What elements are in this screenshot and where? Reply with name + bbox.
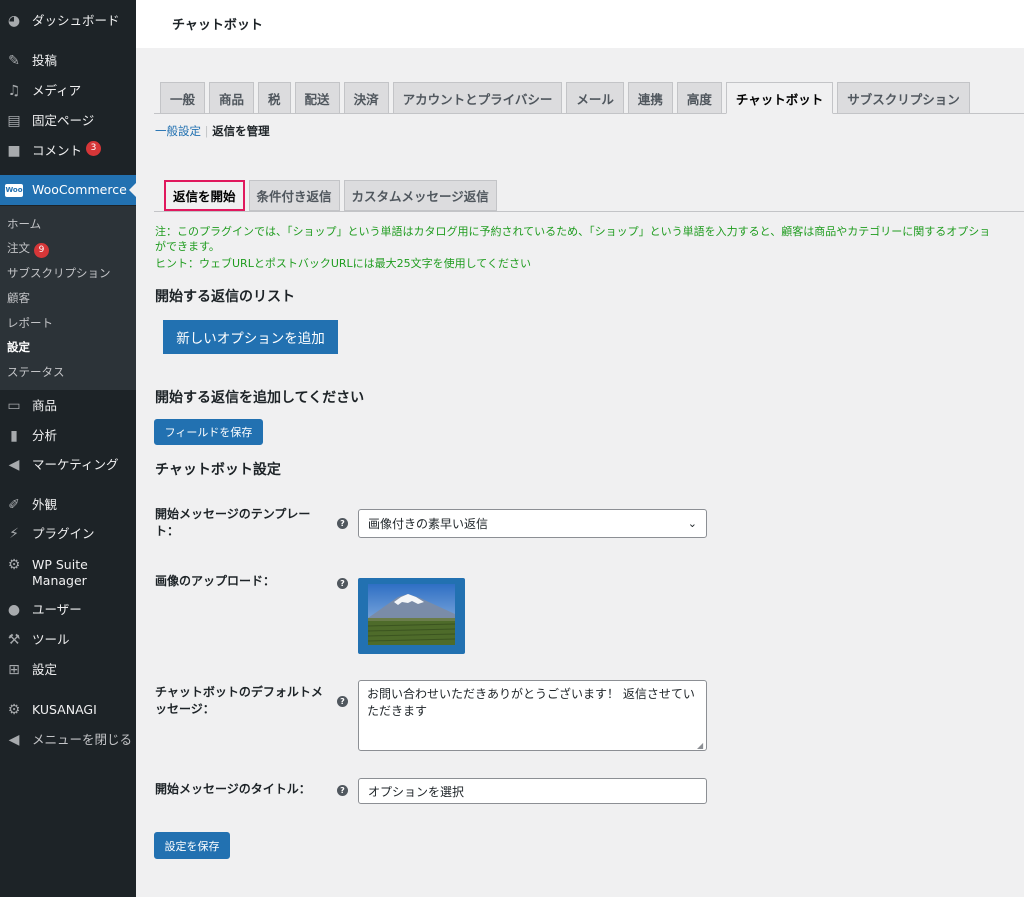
tab-shipping[interactable]: 配送 <box>294 82 340 114</box>
collapse-icon: ◀ <box>8 732 20 748</box>
save-fields-button[interactable]: フィールドを保存 <box>154 419 263 445</box>
breadcrumb-general-link[interactable]: 一般設定 <box>155 124 201 138</box>
tab-conditional-reply[interactable]: 条件付き返信 <box>248 180 340 211</box>
pin-icon: ✎ <box>8 53 20 69</box>
start-replies-list-heading: 開始する返信のリスト <box>155 289 295 305</box>
uploaded-image-mount-fuji <box>368 584 455 645</box>
archive-icon: ▭ <box>7 398 21 414</box>
comment-count-badge: 3 <box>86 141 102 156</box>
notice-line-2: ができます。 <box>155 240 220 253</box>
resize-handle-icon[interactable]: ◢ <box>697 741 703 750</box>
template-label-line-1: 開始メッセージのテンプレー <box>155 507 311 521</box>
settings-icon: ⊞ <box>8 662 20 678</box>
tab-start-reply[interactable]: 返信を開始 <box>164 180 245 211</box>
default-message-label-line-1: チャットボットのデフォルトメ <box>155 685 323 699</box>
gear-icon: ⚙ <box>7 557 21 573</box>
tab-custom-message-reply[interactable]: カスタムメッセージ返信 <box>343 180 497 211</box>
tab-general[interactable]: 一般 <box>160 82 206 114</box>
reply-type-tabs: 返信を開始 条件付き返信 カスタムメッセージ返信 <box>164 180 501 211</box>
template-select-value: 画像付きの素早い返信 <box>368 517 489 531</box>
tab-subscriptions[interactable]: サブスクリプション <box>837 82 970 114</box>
sidebar-item-wp-suite-manager[interactable]: ⚙ WP Suite Manager <box>0 555 136 589</box>
default-message-textarea[interactable]: お問い合わせいただきありがとうございます！ 返信させていただきます <box>358 680 707 751</box>
brush-icon: ✐ <box>8 497 20 513</box>
inner-tabs-divider <box>154 211 1024 212</box>
page-title: チャットボット <box>172 18 263 33</box>
tab-products[interactable]: 商品 <box>209 82 255 114</box>
default-message-help-icon[interactable]: ? <box>337 696 348 707</box>
add-start-reply-heading: 開始する返信を追加してください <box>155 390 365 406</box>
sidebar-item-appearance[interactable]: ✐ 外観 <box>0 495 136 515</box>
wrench-icon: ⚒ <box>7 632 21 648</box>
submenu-item-label: 注文 <box>7 241 30 255</box>
submenu-item-settings[interactable]: 設定 <box>7 339 30 355</box>
submenu-item-status[interactable]: ステータス <box>7 364 65 380</box>
sidebar-item-posts[interactable]: ✎ 投稿 <box>0 51 136 71</box>
gear-icon: ⚙ <box>7 702 21 718</box>
sidebar-item-marketing[interactable]: ◀ マーケティング <box>0 455 136 475</box>
sidebar-item-plugins[interactable]: ⚡ プラグイン <box>0 524 136 544</box>
tab-email[interactable]: メール <box>566 82 624 114</box>
submenu-item-subscriptions[interactable]: サブスクリプション <box>7 265 111 281</box>
page-icon: ▤ <box>7 113 21 129</box>
plugin-icon: ⚡ <box>9 526 19 542</box>
sidebar-item-settings[interactable]: ⊞ 設定 <box>0 660 136 680</box>
woocommerce-submenu: ホーム 注文 9 サブスクリプション 顧客 レポート 設定 ステータス <box>0 206 136 390</box>
submenu-item-customers[interactable]: 顧客 <box>7 290 30 306</box>
breadcrumb-current: 返信を管理 <box>212 124 270 138</box>
default-message-label-line-2: ッセージ： <box>155 702 215 716</box>
sidebar-item-woocommerce[interactable]: Woo WooCommerce <box>0 175 136 205</box>
tab-advanced[interactable]: 高度 <box>676 82 722 114</box>
sidebar-item-kusanagi[interactable]: ⚙ KUSANAGI <box>0 700 136 720</box>
breadcrumb: 一般設定 | 返信を管理 <box>155 123 270 139</box>
sidebar-item-media[interactable]: ♫ メディア <box>0 81 136 101</box>
current-menu-arrow <box>129 183 136 197</box>
sidebar-item-tools[interactable]: ⚒ ツール <box>0 630 136 650</box>
user-icon: ● <box>7 602 21 618</box>
sidebar-item-pages[interactable]: ▤ 固定ページ <box>0 111 136 131</box>
tab-chatbot[interactable]: チャットボット <box>725 82 834 114</box>
start-message-title-input[interactable]: オプションを選択 <box>358 778 707 804</box>
chart-bar-icon: ▮ <box>10 428 18 444</box>
sidebar-item-comments[interactable]: ■ コメント 3 <box>0 141 136 161</box>
template-label-line-2: ト： <box>155 524 180 538</box>
sidebar-item-dashboard[interactable]: ◕ ダッシュボード <box>0 11 136 31</box>
hint-text: ヒント：ウェブURLとポストバックURLには最大25文字を使用してください <box>155 257 531 270</box>
title-help-icon[interactable]: ? <box>337 785 348 796</box>
submenu-item-home[interactable]: ホーム <box>7 216 41 232</box>
template-label: 開始メッセージのテンプレー ト： <box>155 506 310 540</box>
tab-payments[interactable]: 決済 <box>343 82 389 114</box>
breadcrumb-separator: | <box>204 124 209 138</box>
media-icon: ♫ <box>7 83 21 99</box>
submenu-item-reports[interactable]: レポート <box>7 315 53 331</box>
megaphone-icon: ◀ <box>8 457 20 473</box>
template-help-icon[interactable]: ? <box>337 518 348 529</box>
chevron-down-icon: ⌄ <box>687 517 697 530</box>
settings-nav-tabs: 一般 商品 税 配送 決済 アカウントとプライバシー メール 連携 高度 チャッ… <box>160 82 974 114</box>
save-settings-button[interactable]: 設定を保存 <box>154 832 230 859</box>
chatbot-settings-heading: チャットボット設定 <box>155 462 281 478</box>
sidebar-item-analytics[interactable]: ▮ 分析 <box>0 426 136 446</box>
admin-sidebar: ◕ ダッシュボード ✎ 投稿 ♫ メディア ▤ 固定ページ ■ コメント 3 W… <box>0 0 136 897</box>
submenu-item-orders[interactable]: 注文 9 <box>7 240 49 258</box>
collapse-menu-button[interactable]: ◀ メニューを閉じる <box>0 730 136 750</box>
notice-line-1: 注：このプラグインでは、「ショップ」という単語はカタログ用に予約されているため、… <box>155 225 991 238</box>
woocommerce-icon: Woo <box>4 180 24 200</box>
tab-accounts-privacy[interactable]: アカウントとプライバシー <box>392 82 563 114</box>
comment-icon: ■ <box>7 143 21 159</box>
tab-tax[interactable]: 税 <box>258 82 291 114</box>
page-header: チャットボット <box>136 0 1024 48</box>
dashboard-icon: ◕ <box>7 13 21 29</box>
template-select[interactable]: 画像付きの素早い返信 ⌄ <box>358 509 707 538</box>
sidebar-item-products[interactable]: ▭ 商品 <box>0 396 136 416</box>
sidebar-item-users[interactable]: ● ユーザー <box>0 600 136 620</box>
add-new-option-button[interactable]: 新しいオプションを追加 <box>163 320 338 354</box>
start-message-title-label: 開始メッセージのタイトル： <box>155 782 311 796</box>
order-count-badge: 9 <box>34 243 49 258</box>
default-message-label: チャットボットのデフォルトメ ッセージ： <box>155 684 323 718</box>
image-upload-label: 画像のアップロード： <box>155 574 276 588</box>
image-upload-button[interactable] <box>358 578 465 654</box>
image-help-icon[interactable]: ? <box>337 578 348 589</box>
tab-integration[interactable]: 連携 <box>627 82 673 114</box>
